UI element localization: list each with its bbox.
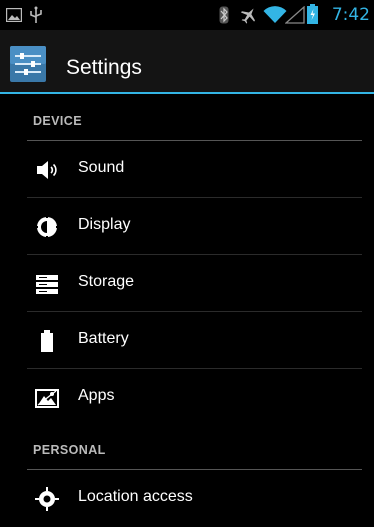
location-icon [35,487,59,511]
settings-item-apps[interactable]: Apps [0,369,374,426]
action-bar [0,30,374,92]
display-icon [35,215,59,239]
signal-icon [285,6,305,24]
status-time: 7:42 [331,5,370,25]
item-label: Storage [78,273,135,290]
picture-icon [6,8,22,22]
section-label: PERSONAL [33,443,106,457]
action-bar-divider [0,92,374,94]
wifi-icon [263,6,287,23]
section-label: DEVICE [33,114,82,128]
settings-app-icon[interactable] [9,45,55,83]
settings-item-display[interactable]: Display [0,198,374,255]
section-header-personal: PERSONAL [0,430,374,470]
usb-icon [30,6,42,23]
item-label: Location access [78,488,193,505]
item-label: Display [78,216,131,233]
status-bar: 7:42 [0,0,374,30]
settings-item-storage[interactable]: Storage [0,255,374,312]
settings-item-location-access[interactable]: Location access [0,470,374,527]
item-label: Apps [78,387,115,404]
settings-item-sound[interactable]: Sound [0,141,374,198]
airplane-icon [241,8,255,24]
sound-icon [37,161,57,179]
item-label: Battery [78,330,129,347]
battery-icon [307,4,318,24]
bluetooth-icon [219,6,229,24]
section-header-device: DEVICE [0,101,374,141]
settings-item-battery[interactable]: Battery [0,312,374,369]
item-label: Sound [78,159,125,176]
page-title: Settings [66,56,142,79]
battery-icon [41,330,53,352]
storage-icon [36,275,58,294]
apps-icon [35,389,59,408]
